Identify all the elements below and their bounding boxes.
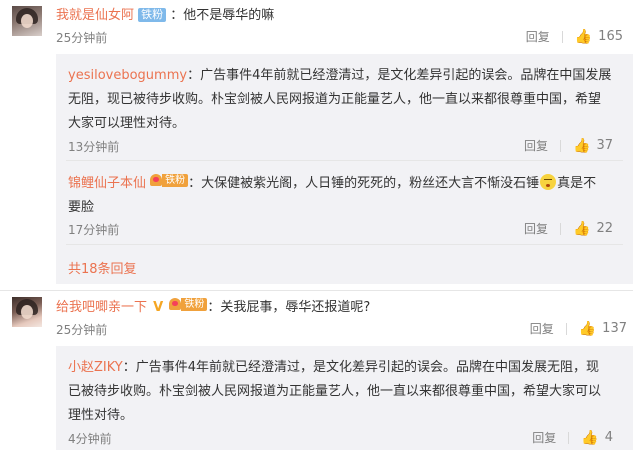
like-count: 22 [596, 221, 613, 236]
reply-button[interactable]: 回复 [526, 28, 550, 45]
comment-actions: 回复 👍 137 [530, 320, 627, 337]
fan-badge-label: 铁粉 [181, 297, 208, 311]
reply-text-line: 已被待步收购。朴宝剑被人民网报道为正能量艺人，他一直以来都很尊重中国，希望大家可… [68, 384, 602, 399]
emoji-face-icon [540, 174, 557, 190]
reply-line-1: yesilovebogummy：广告事件4年前就已经澄清过，是文化差异引起的误会… [68, 64, 611, 83]
reply-text-line: 要脸 [68, 200, 95, 215]
reply-text: 真是不 [557, 176, 597, 191]
reply-username[interactable]: yesilovebogummy [68, 68, 187, 83]
reply-text: ：广告事件4年前就已经澄清过，是文化差异引起的误会。品牌在中国发展无阻，现 [122, 360, 600, 375]
comment-time: 25分钟前 [56, 31, 108, 45]
comment-1-line: 我就是仙女阿 铁粉 ：他不是辱华的嘛 [56, 4, 274, 23]
reply-username[interactable]: 锦鲤仙子本仙 [68, 176, 146, 191]
comment-text: ：他不是辱华的嘛 [170, 8, 275, 23]
reply-button[interactable]: 回复 [530, 320, 554, 337]
reply-time: 13分钟前 [68, 140, 120, 154]
divider [66, 160, 623, 161]
action-divider [560, 222, 562, 235]
reply-text-line: 无阻，现已被待步收购。朴宝剑被人民网报道为正能量艺人，他一直以来都很尊重中国，希… [68, 92, 602, 107]
thumbs-up-icon[interactable]: 👍 [573, 221, 590, 237]
comment-divider [0, 290, 633, 291]
reply-actions: 回复 👍 22 [524, 220, 613, 237]
reply-line-1: 小赵ZIKY：广告事件4年前就已经澄清过，是文化差异引起的误会。品牌在中国发展无… [68, 356, 599, 375]
reply-button[interactable]: 回复 [524, 137, 548, 154]
heart-badge-icon [150, 174, 163, 186]
like-count: 137 [602, 321, 627, 336]
heart-badge-icon [169, 298, 182, 310]
fan-badge-label: 铁粉 [162, 173, 189, 187]
avatar[interactable] [12, 6, 42, 36]
fan-badge[interactable]: 铁粉 [150, 173, 189, 187]
divider [66, 244, 623, 245]
reply-time: 17分钟前 [68, 223, 120, 237]
reply-button[interactable]: 回复 [524, 220, 548, 237]
avatar[interactable] [12, 297, 42, 327]
reply-actions: 回复 👍 4 [532, 429, 613, 446]
fan-badge[interactable]: 铁粉 [169, 297, 208, 311]
thumbs-up-icon[interactable]: 👍 [581, 430, 598, 446]
reply-line-1: 锦鲤仙子本仙 铁粉 ：大保健被紫光阁，人日锤的死死的，粉丝还大言不惭没石锤 真是不 [68, 172, 596, 191]
fan-badge[interactable]: 铁粉 [138, 8, 167, 22]
like-count: 37 [596, 138, 613, 153]
like-count: 4 [604, 430, 613, 445]
action-divider [561, 30, 563, 43]
thumbs-up-icon[interactable]: 👍 [575, 29, 592, 45]
comment-time: 25分钟前 [56, 323, 108, 337]
reply-text: ：大保健被紫光阁，人日锤的死死的，粉丝还大言不惭没石锤 [188, 176, 540, 191]
reply-time: 4分钟前 [68, 432, 112, 446]
comment-text: ：关我屁事，辱华还报道呢? [207, 300, 371, 315]
vip-v-icon: V [153, 300, 164, 315]
reply-text-line: 理性对待。 [68, 408, 134, 423]
more-replies-link[interactable]: 共18条回复 [68, 258, 137, 277]
like-count: 165 [598, 29, 623, 44]
action-divider [568, 431, 570, 444]
action-divider [560, 139, 562, 152]
comment-username[interactable]: 给我吧唧亲一下 [56, 300, 147, 315]
reply-text-line: 大家可以理性对待。 [68, 116, 186, 131]
comment-2-line: 给我吧唧亲一下 V 铁粉 ：关我屁事，辱华还报道呢? [56, 296, 370, 315]
avatar-face [21, 305, 33, 319]
reply-text: ：广告事件4年前就已经澄清过，是文化差异引起的误会。品牌在中国发展 [187, 68, 612, 83]
reply-username[interactable]: 小赵ZIKY [68, 360, 123, 375]
action-divider [565, 322, 567, 335]
thumbs-up-icon[interactable]: 👍 [573, 138, 590, 154]
avatar-face [21, 14, 33, 28]
comment-username[interactable]: 我就是仙女阿 [56, 8, 134, 23]
reply-button[interactable]: 回复 [532, 429, 556, 446]
comment-actions: 回复 👍 165 [526, 28, 623, 45]
reply-actions: 回复 👍 37 [524, 137, 613, 154]
thumbs-up-icon[interactable]: 👍 [579, 321, 596, 337]
